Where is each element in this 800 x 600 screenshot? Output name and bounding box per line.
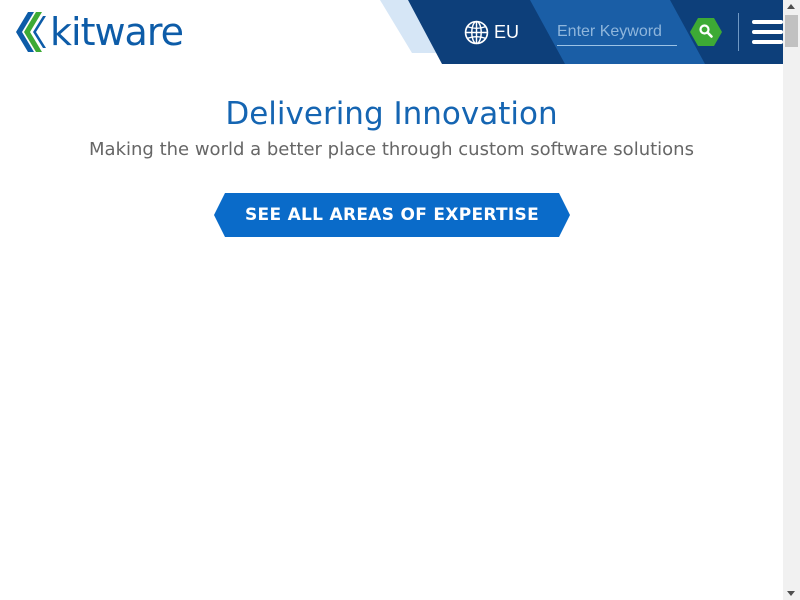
kitware-logo[interactable]: kitware [16, 10, 184, 54]
region-selector[interactable]: EU [464, 18, 519, 46]
logo-wordmark: kitware [50, 10, 184, 54]
scroll-down-arrow-icon[interactable] [787, 591, 795, 596]
scroll-up-arrow-icon[interactable] [787, 4, 795, 9]
menu-button[interactable] [752, 20, 784, 44]
page-scrollbar[interactable] [783, 0, 800, 600]
hero-title: Delivering Innovation [225, 96, 558, 132]
kitware-chevron-logo-icon [16, 12, 46, 52]
see-all-expertise-button[interactable]: SEE ALL AREAS OF EXPERTISE [214, 193, 570, 237]
hamburger-menu-icon-bar [752, 30, 783, 34]
site-header: kitware EU [0, 0, 783, 64]
search-button[interactable] [690, 16, 722, 48]
globe-icon [464, 20, 489, 44]
cta-label: SEE ALL AREAS OF EXPERTISE [245, 205, 539, 225]
header-divider [738, 13, 739, 51]
hero-subtitle: Making the world a better place through … [89, 139, 694, 160]
hamburger-menu-icon-bar [752, 40, 783, 44]
magnifier-icon [690, 18, 722, 46]
hamburger-menu-icon [752, 20, 783, 24]
search-input[interactable] [557, 18, 677, 46]
page: kitware EU Enter Keyword Delivering Inno… [0, 0, 800, 600]
scroll-thumb[interactable] [785, 15, 798, 47]
region-label: EU [494, 21, 520, 42]
